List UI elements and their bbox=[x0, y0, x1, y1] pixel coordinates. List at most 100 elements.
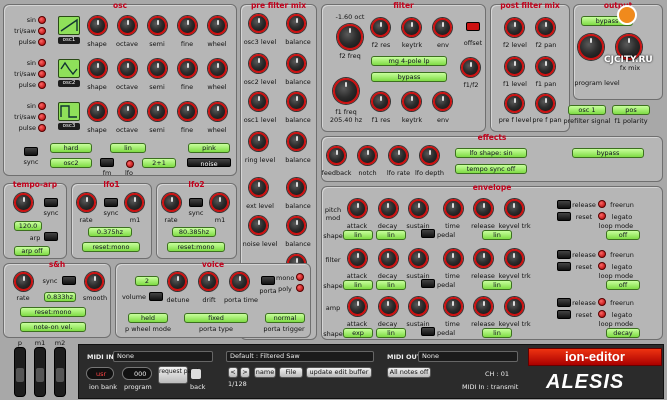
lfo1-sync-button[interactable] bbox=[104, 198, 118, 207]
f2-res-knob[interactable] bbox=[371, 18, 390, 37]
prev-button[interactable]: < bbox=[228, 367, 238, 378]
osc2-fine-knob[interactable] bbox=[178, 59, 197, 78]
amp-freerun-led[interactable] bbox=[598, 298, 606, 306]
porta-button[interactable] bbox=[261, 276, 275, 285]
osc1-sin-led[interactable] bbox=[38, 16, 46, 24]
lfo1-m1-knob[interactable] bbox=[125, 193, 144, 212]
lfo-led[interactable] bbox=[126, 160, 134, 168]
pitch-mod-release-button[interactable] bbox=[557, 200, 571, 209]
pitch-mod-release-shape-select[interactable]: lin bbox=[482, 230, 512, 240]
amp-release-button[interactable] bbox=[557, 298, 571, 307]
prefilter-balance-knob-2[interactable] bbox=[287, 54, 306, 73]
amp-attack-shape-select[interactable]: exp bbox=[343, 328, 373, 338]
filter-loop-mode-select[interactable]: off bbox=[606, 280, 640, 290]
f1-res-knob[interactable] bbox=[371, 92, 390, 111]
update-edit-buffer-button[interactable]: update edit buffer bbox=[306, 367, 372, 378]
pitch-mod-attack-shape-select[interactable]: lin bbox=[343, 230, 373, 240]
filter-mode-select[interactable]: mg 4-pole lp bbox=[371, 56, 447, 66]
tempo-knob[interactable] bbox=[14, 193, 33, 212]
pre-f-level-knob[interactable] bbox=[505, 94, 524, 113]
filter-pedal-button[interactable] bbox=[421, 279, 435, 288]
osc2-shape-knob[interactable] bbox=[88, 59, 107, 78]
mono-led[interactable] bbox=[296, 273, 304, 281]
osc3-fine-knob[interactable] bbox=[178, 102, 197, 121]
pitch-mod-loop-mode-select[interactable]: off bbox=[606, 230, 640, 240]
prefilter-balance-knob-6[interactable] bbox=[287, 216, 306, 235]
f2-level-knob[interactable] bbox=[505, 18, 524, 37]
osc2-pulse-led[interactable] bbox=[38, 81, 46, 89]
amp-decay-knob[interactable] bbox=[378, 297, 398, 316]
poly-led[interactable] bbox=[296, 284, 304, 292]
osc1-semi-knob[interactable] bbox=[148, 16, 167, 35]
pitch-mod-attack-knob[interactable] bbox=[348, 199, 367, 218]
porta-trigger-select[interactable]: normal bbox=[265, 313, 305, 323]
mod-m1-slider[interactable] bbox=[34, 347, 46, 397]
volume-button[interactable] bbox=[149, 292, 163, 301]
pitch-mod-release-knob[interactable] bbox=[474, 199, 493, 218]
prefilter-level-knob-5[interactable] bbox=[249, 178, 268, 197]
amp-release-shape-select[interactable]: lin bbox=[482, 328, 512, 338]
osc3-shape-knob[interactable] bbox=[88, 102, 107, 121]
f2-env-knob[interactable] bbox=[433, 18, 452, 37]
pitch-mod-keyvel-trk-knob[interactable] bbox=[504, 199, 524, 218]
osc1-octave-knob[interactable] bbox=[118, 16, 137, 35]
f1-polarity-select[interactable]: pos bbox=[612, 105, 650, 115]
lfo1-rate-readout[interactable]: 0.375hz bbox=[88, 227, 132, 237]
back-button[interactable] bbox=[191, 369, 201, 379]
osc2-semi-knob[interactable] bbox=[148, 59, 167, 78]
midi-in-select[interactable]: None bbox=[113, 351, 213, 362]
filter-time-knob[interactable] bbox=[443, 249, 463, 268]
osc1-waveform-icon[interactable] bbox=[58, 16, 80, 35]
pitch-mod-decay-knob[interactable] bbox=[378, 199, 398, 218]
fm-lin-select[interactable]: lin bbox=[110, 143, 146, 153]
sync-mode-select[interactable]: hard bbox=[50, 143, 92, 153]
fx-bypass-select[interactable]: bypass bbox=[572, 148, 644, 158]
sh-sync-button[interactable] bbox=[62, 276, 76, 285]
sh-trigger-select[interactable]: note-on vel. bbox=[20, 322, 86, 332]
lfo-depth-knob[interactable] bbox=[420, 146, 439, 165]
prefilter-balance-knob-5[interactable] bbox=[287, 178, 306, 197]
lfo2-mode-select[interactable]: reset:mono bbox=[167, 242, 225, 252]
lfo2-rate-knob[interactable] bbox=[162, 193, 181, 212]
mod-m2-slider[interactable] bbox=[54, 347, 66, 397]
f2-freq-knob[interactable] bbox=[337, 24, 363, 50]
file-menu-button[interactable]: File bbox=[279, 367, 303, 378]
prefilter-level-knob-4[interactable] bbox=[249, 132, 268, 151]
filter-keyvel-trk-knob[interactable] bbox=[504, 249, 524, 268]
porta-type-select[interactable]: fixed bbox=[184, 313, 248, 323]
filter-release-button[interactable] bbox=[557, 250, 571, 259]
lfo1-rate-knob[interactable] bbox=[77, 193, 96, 212]
amp-legato-led[interactable] bbox=[598, 310, 606, 318]
tempo-sync-button[interactable] bbox=[44, 198, 58, 207]
feedback-knob[interactable] bbox=[327, 146, 346, 165]
f1-keytrk-knob[interactable] bbox=[402, 92, 421, 111]
filter-reset-button[interactable] bbox=[557, 262, 571, 271]
pitch-mod-reset-button[interactable] bbox=[557, 212, 571, 221]
pitch-mod-sustain-knob[interactable] bbox=[409, 199, 428, 218]
f1-env-knob[interactable] bbox=[433, 92, 452, 111]
amp-attack-knob[interactable] bbox=[348, 297, 367, 316]
detune-knob[interactable] bbox=[168, 272, 187, 291]
sync-target-select[interactable]: osc2 bbox=[50, 158, 92, 168]
next-button[interactable]: > bbox=[240, 367, 250, 378]
voice-count-select[interactable]: 2 bbox=[135, 276, 159, 286]
f1-level-knob[interactable] bbox=[505, 57, 524, 76]
osc2-wheel-knob[interactable] bbox=[208, 59, 227, 78]
prefilter-level-knob-6[interactable] bbox=[249, 216, 268, 235]
osc-sync-button[interactable] bbox=[24, 147, 38, 156]
f2-keytrk-knob[interactable] bbox=[402, 18, 421, 37]
osc2-octave-knob[interactable] bbox=[118, 59, 137, 78]
sh-mode-select[interactable]: reset:mono bbox=[20, 307, 86, 317]
notch-knob[interactable] bbox=[358, 146, 377, 165]
program-level-knob[interactable] bbox=[578, 34, 604, 60]
osc3-waveform-icon[interactable] bbox=[58, 102, 80, 121]
lfo2-m1-knob[interactable] bbox=[210, 193, 229, 212]
amp-sustain-knob[interactable] bbox=[409, 297, 428, 316]
filter-release-shape-select[interactable]: lin bbox=[482, 280, 512, 290]
fm-button[interactable] bbox=[100, 158, 114, 167]
arp-button[interactable] bbox=[44, 232, 58, 241]
filter-sustain-knob[interactable] bbox=[409, 249, 428, 268]
arp-mode-select[interactable]: arp off bbox=[14, 246, 50, 256]
amp-release-knob[interactable] bbox=[474, 297, 493, 316]
fx-tempo-sync-select[interactable]: tempo sync off bbox=[455, 164, 527, 174]
